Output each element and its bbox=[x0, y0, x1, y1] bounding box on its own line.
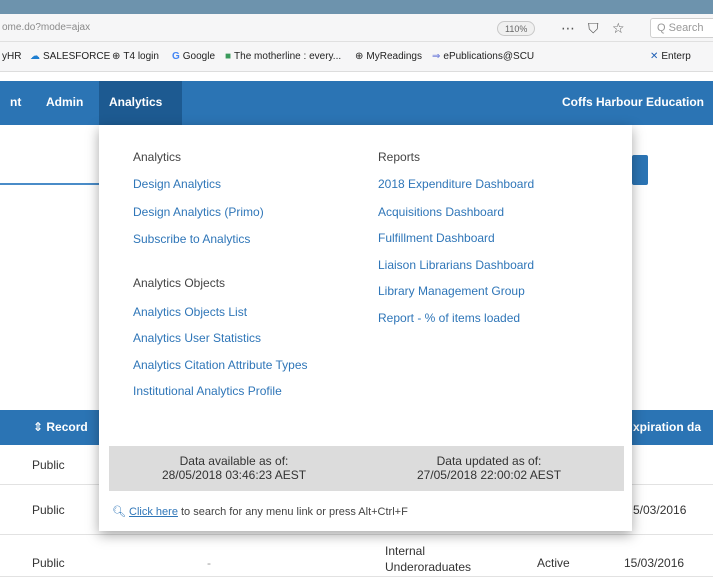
data-updated-info: Data updated as of: 27/05/2018 22:00:02 … bbox=[416, 454, 562, 482]
analytics-dropdown-menu: Analytics Design Analytics Design Analyt… bbox=[99, 125, 632, 531]
cell-expiration: 15/03/2016 bbox=[624, 556, 685, 570]
menu-link-design-analytics[interactable]: Design Analytics bbox=[133, 177, 221, 191]
menu-link-design-analytics-primo[interactable]: Design Analytics (Primo) bbox=[133, 205, 264, 219]
bookmark-item[interactable]: G Google bbox=[172, 51, 215, 62]
cell-mid: - bbox=[207, 556, 211, 570]
cell-expiration: 5/03/2016 bbox=[633, 503, 687, 517]
bookmark-item[interactable]: ⊕ MyReadings bbox=[355, 51, 422, 62]
analytics-section-heading: Analytics bbox=[133, 150, 182, 164]
menu-search-hint: 🔍︎ Click here to search for any menu lin… bbox=[112, 506, 408, 518]
column-header-expiration[interactable]: xpiration da bbox=[633, 420, 701, 434]
search-underline bbox=[0, 183, 105, 185]
search-button[interactable] bbox=[632, 155, 648, 185]
bookmarks-toolbar: yHR ☁ SALESFORCE ⊕ T4 login G Google ■ The m… bbox=[0, 42, 713, 72]
link-icon: ⇒ bbox=[432, 51, 441, 62]
bookmark-star-icon[interactable]: ☆ bbox=[612, 18, 625, 38]
nav-item-partial[interactable]: nt bbox=[10, 95, 21, 109]
reports-heading: Reports bbox=[378, 150, 421, 164]
menu-link-fulfillment-dashboard[interactable]: Fulfillment Dashboard bbox=[378, 231, 495, 245]
bookmark-item[interactable]: ✕ Enterp bbox=[650, 51, 691, 62]
x-icon: ✕ bbox=[650, 51, 659, 62]
bookmark-item[interactable]: yHR bbox=[2, 51, 21, 62]
bookmark-item[interactable]: ☁ SALESFORCE bbox=[30, 51, 110, 62]
menu-link-analytics-user-statistics[interactable]: Analytics User Statistics bbox=[133, 331, 261, 345]
bookmark-item[interactable]: ⊕ T4 login bbox=[112, 51, 159, 62]
globe-icon: ⊕ bbox=[355, 51, 364, 62]
zoom-badge[interactable]: 110% bbox=[497, 21, 536, 36]
nav-item-analytics[interactable]: Analytics bbox=[109, 95, 162, 109]
cell-record: Public bbox=[32, 556, 65, 570]
search-icon: 🔍︎ bbox=[112, 506, 126, 518]
url-text[interactable]: ome.do?mode=ajax bbox=[2, 22, 90, 33]
browser-search-input[interactable]: Q Search bbox=[650, 18, 713, 38]
menu-link-report-items-loaded[interactable]: Report - % of items loaded bbox=[378, 311, 520, 325]
cell-record: Public bbox=[32, 458, 65, 472]
menu-link-2018-expenditure-dashboard[interactable]: 2018 Expenditure Dashboard bbox=[378, 177, 534, 191]
menu-link-liaison-librarians-dashboard[interactable]: Liaison Librarians Dashboard bbox=[378, 258, 534, 272]
bookmark-item[interactable]: ■ The motherline : every... bbox=[225, 51, 341, 62]
globe-icon: ⊕ bbox=[112, 51, 121, 62]
click-here-link[interactable]: Click here bbox=[129, 506, 178, 518]
menu-link-library-management-group[interactable]: Library Management Group bbox=[378, 284, 525, 298]
institution-name[interactable]: Coffs Harbour Education bbox=[562, 95, 704, 109]
more-actions-icon[interactable]: ⋯ bbox=[561, 18, 575, 38]
table-row[interactable]: Public - Internal Underoraduates Active … bbox=[0, 535, 713, 577]
cell-status: Active bbox=[537, 556, 570, 570]
data-availability-bar: Data available as of: 28/05/2018 03:46:2… bbox=[109, 446, 624, 491]
google-icon: G bbox=[172, 51, 180, 62]
window-top-strip bbox=[0, 0, 713, 14]
nav-item-admin[interactable]: Admin bbox=[46, 95, 83, 109]
cell-group: Internal Underoraduates bbox=[385, 544, 472, 574]
column-header-record[interactable]: ⇕ Record bbox=[33, 420, 88, 434]
menu-link-institutional-analytics-profile[interactable]: Institutional Analytics Profile bbox=[133, 384, 282, 398]
menu-link-subscribe-analytics[interactable]: Subscribe to Analytics bbox=[133, 232, 250, 246]
menu-link-citation-attribute-types[interactable]: Analytics Citation Attribute Types bbox=[133, 358, 308, 372]
analytics-objects-heading: Analytics Objects bbox=[133, 276, 226, 290]
cell-record: Public bbox=[32, 503, 65, 517]
cloud-icon: ☁ bbox=[30, 51, 40, 62]
bookmark-item[interactable]: ⇒ ePublications@SCU bbox=[432, 51, 534, 62]
menu-link-analytics-objects-list[interactable]: Analytics Objects List bbox=[133, 305, 247, 319]
bookmark-icon: ■ bbox=[225, 51, 232, 62]
data-available-info: Data available as of: 28/05/2018 03:46:2… bbox=[161, 454, 307, 482]
url-bar[interactable]: ome.do?mode=ajax 110% ⋯ ⛉ ☆ Q Search bbox=[0, 14, 713, 42]
pocket-icon[interactable]: ⛉ bbox=[588, 18, 599, 38]
menu-link-acquisitions-dashboard[interactable]: Acquisitions Dashboard bbox=[378, 205, 504, 219]
